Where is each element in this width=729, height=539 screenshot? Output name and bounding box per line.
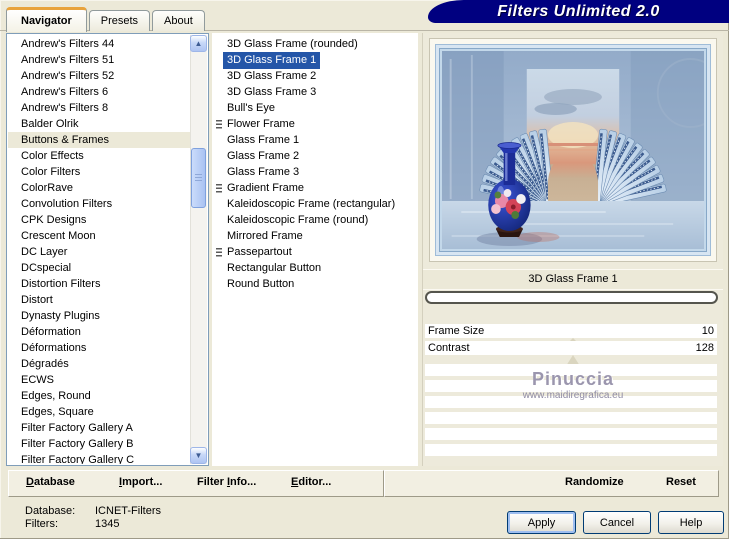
- category-item[interactable]: Distortion Filters: [8, 276, 190, 292]
- category-item[interactable]: ECWS: [8, 372, 190, 388]
- category-item[interactable]: Andrew's Filters 6: [8, 84, 190, 100]
- toolbar-left: Database Import... Filter Info... Editor…: [8, 470, 384, 497]
- editor-button[interactable]: Editor...: [291, 476, 331, 488]
- progress-bar: [425, 291, 718, 304]
- category-item[interactable]: Déformation: [8, 324, 190, 340]
- slider-value: 10: [701, 325, 714, 337]
- filter-item[interactable]: 3D Glass Frame (rounded): [212, 36, 418, 52]
- preview-scene-graphic: [442, 51, 704, 249]
- watermark-url: www.maidiregrafica.eu: [522, 390, 624, 401]
- preview-panel: 3D Glass Frame 1 Frame Size 10 Contrast …: [422, 33, 723, 466]
- filter-item[interactable]: Gradient Frame: [212, 180, 418, 196]
- database-status-value: ICNET-Filters: [95, 505, 161, 517]
- watermark-name: Pinuccia: [531, 369, 615, 389]
- filter-item[interactable]: Glass Frame 3: [212, 164, 418, 180]
- category-listbox: Andrew's Filters 44 Andrew's Filters 51 An…: [6, 33, 209, 466]
- category-item[interactable]: Buttons & Frames: [8, 132, 190, 148]
- preset-lines-icon: [216, 120, 222, 129]
- title-text: Filters Unlimited 2.0: [497, 2, 660, 20]
- import-button[interactable]: Import...: [119, 476, 162, 488]
- category-item[interactable]: Distort: [8, 292, 190, 308]
- slider-label: Frame Size: [428, 325, 485, 337]
- category-item[interactable]: Color Filters: [8, 164, 190, 180]
- scroll-up-icon[interactable]: ▲: [190, 35, 207, 52]
- filters-count-label: Filters:: [25, 518, 58, 530]
- preview-frame-inner: [439, 48, 707, 252]
- scrollbar-thumb[interactable]: [191, 148, 206, 208]
- category-item[interactable]: Filter Factory Gallery C: [8, 452, 190, 464]
- category-item[interactable]: DC Layer: [8, 244, 190, 260]
- filter-item[interactable]: Kaleidoscopic Frame (round): [212, 212, 418, 228]
- category-items: Andrew's Filters 44 Andrew's Filters 51 An…: [8, 36, 190, 464]
- category-item[interactable]: Color Effects: [8, 148, 190, 164]
- tab-about[interactable]: About: [152, 10, 205, 31]
- category-item[interactable]: ColorRave: [8, 180, 190, 196]
- filter-item[interactable]: Rectangular Button: [212, 260, 418, 276]
- randomize-button[interactable]: Randomize: [565, 476, 624, 488]
- title-banner: Filters Unlimited 2.0: [428, 0, 729, 23]
- category-item[interactable]: Andrew's Filters 51: [8, 52, 190, 68]
- filter-item[interactable]: Flower Frame: [212, 116, 418, 132]
- filter-item[interactable]: Kaleidoscopic Frame (rectangular): [212, 196, 418, 212]
- category-item[interactable]: Andrew's Filters 44: [8, 36, 190, 52]
- filter-listbox: 3D Glass Frame (rounded) 3D Glass Frame 1…: [212, 33, 418, 466]
- category-item[interactable]: Dégradés: [8, 356, 190, 372]
- category-item[interactable]: Filter Factory Gallery A: [8, 420, 190, 436]
- tab-presets[interactable]: Presets: [88, 10, 151, 31]
- filter-item[interactable]: 3D Glass Frame 3: [212, 84, 418, 100]
- category-item[interactable]: Convolution Filters: [8, 196, 190, 212]
- reset-button[interactable]: Reset: [666, 476, 696, 488]
- filter-item[interactable]: Glass Frame 2: [212, 148, 418, 164]
- category-item[interactable]: Balder Olrik: [8, 116, 190, 132]
- database-status-label: Database:: [25, 505, 76, 517]
- tab-navigator[interactable]: Navigator: [6, 7, 87, 32]
- filter-item[interactable]: 3D Glass Frame 1: [212, 52, 418, 69]
- category-item[interactable]: Andrew's Filters 8: [8, 100, 190, 116]
- filter-item[interactable]: Passepartout: [212, 244, 418, 260]
- category-item[interactable]: Andrew's Filters 52: [8, 68, 190, 84]
- help-button[interactable]: Help: [658, 511, 724, 534]
- category-item[interactable]: CPK Designs: [8, 212, 190, 228]
- filter-item[interactable]: Mirrored Frame: [212, 228, 418, 244]
- category-item[interactable]: Edges, Square: [8, 404, 190, 420]
- toolbar-right: Randomize Reset: [384, 470, 719, 497]
- category-item[interactable]: Edges, Round: [8, 388, 190, 404]
- preview-image[interactable]: [429, 38, 717, 262]
- filter-item[interactable]: Bull's Eye: [212, 100, 418, 116]
- selected-filter-caption: 3D Glass Frame 1: [423, 269, 723, 290]
- filter-item[interactable]: Round Button: [212, 276, 418, 292]
- preset-lines-icon: [216, 248, 222, 257]
- database-button[interactable]: Database: [26, 476, 75, 488]
- apply-button[interactable]: Apply: [507, 511, 576, 534]
- slider-frame-size[interactable]: Frame Size 10: [425, 324, 717, 338]
- category-scrollbar[interactable]: ▲ ▼: [190, 35, 207, 464]
- filter-info-button[interactable]: Filter Info...: [197, 476, 256, 488]
- category-item[interactable]: Dynasty Plugins: [8, 308, 190, 324]
- preset-lines-icon: [216, 184, 222, 193]
- filters-count-value: 1345: [95, 518, 120, 530]
- slider-label: Contrast: [428, 342, 470, 354]
- filters-unlimited-dialog: Navigator Presets About Filters Unlimite…: [0, 0, 729, 539]
- slider-contrast[interactable]: Contrast 128: [425, 341, 717, 355]
- filter-item[interactable]: 3D Glass Frame 2: [212, 68, 418, 84]
- category-item[interactable]: DCspecial: [8, 260, 190, 276]
- cancel-button[interactable]: Cancel: [583, 511, 651, 534]
- category-item[interactable]: Déformations: [8, 340, 190, 356]
- preview-frame-outer: [435, 44, 711, 256]
- scroll-down-icon[interactable]: ▼: [190, 447, 207, 464]
- filter-item[interactable]: Glass Frame 1: [212, 132, 418, 148]
- category-item[interactable]: Filter Factory Gallery B: [8, 436, 190, 452]
- tab-strip: Navigator Presets About: [6, 7, 205, 32]
- slider-value: 128: [695, 342, 714, 354]
- category-item[interactable]: Crescent Moon: [8, 228, 190, 244]
